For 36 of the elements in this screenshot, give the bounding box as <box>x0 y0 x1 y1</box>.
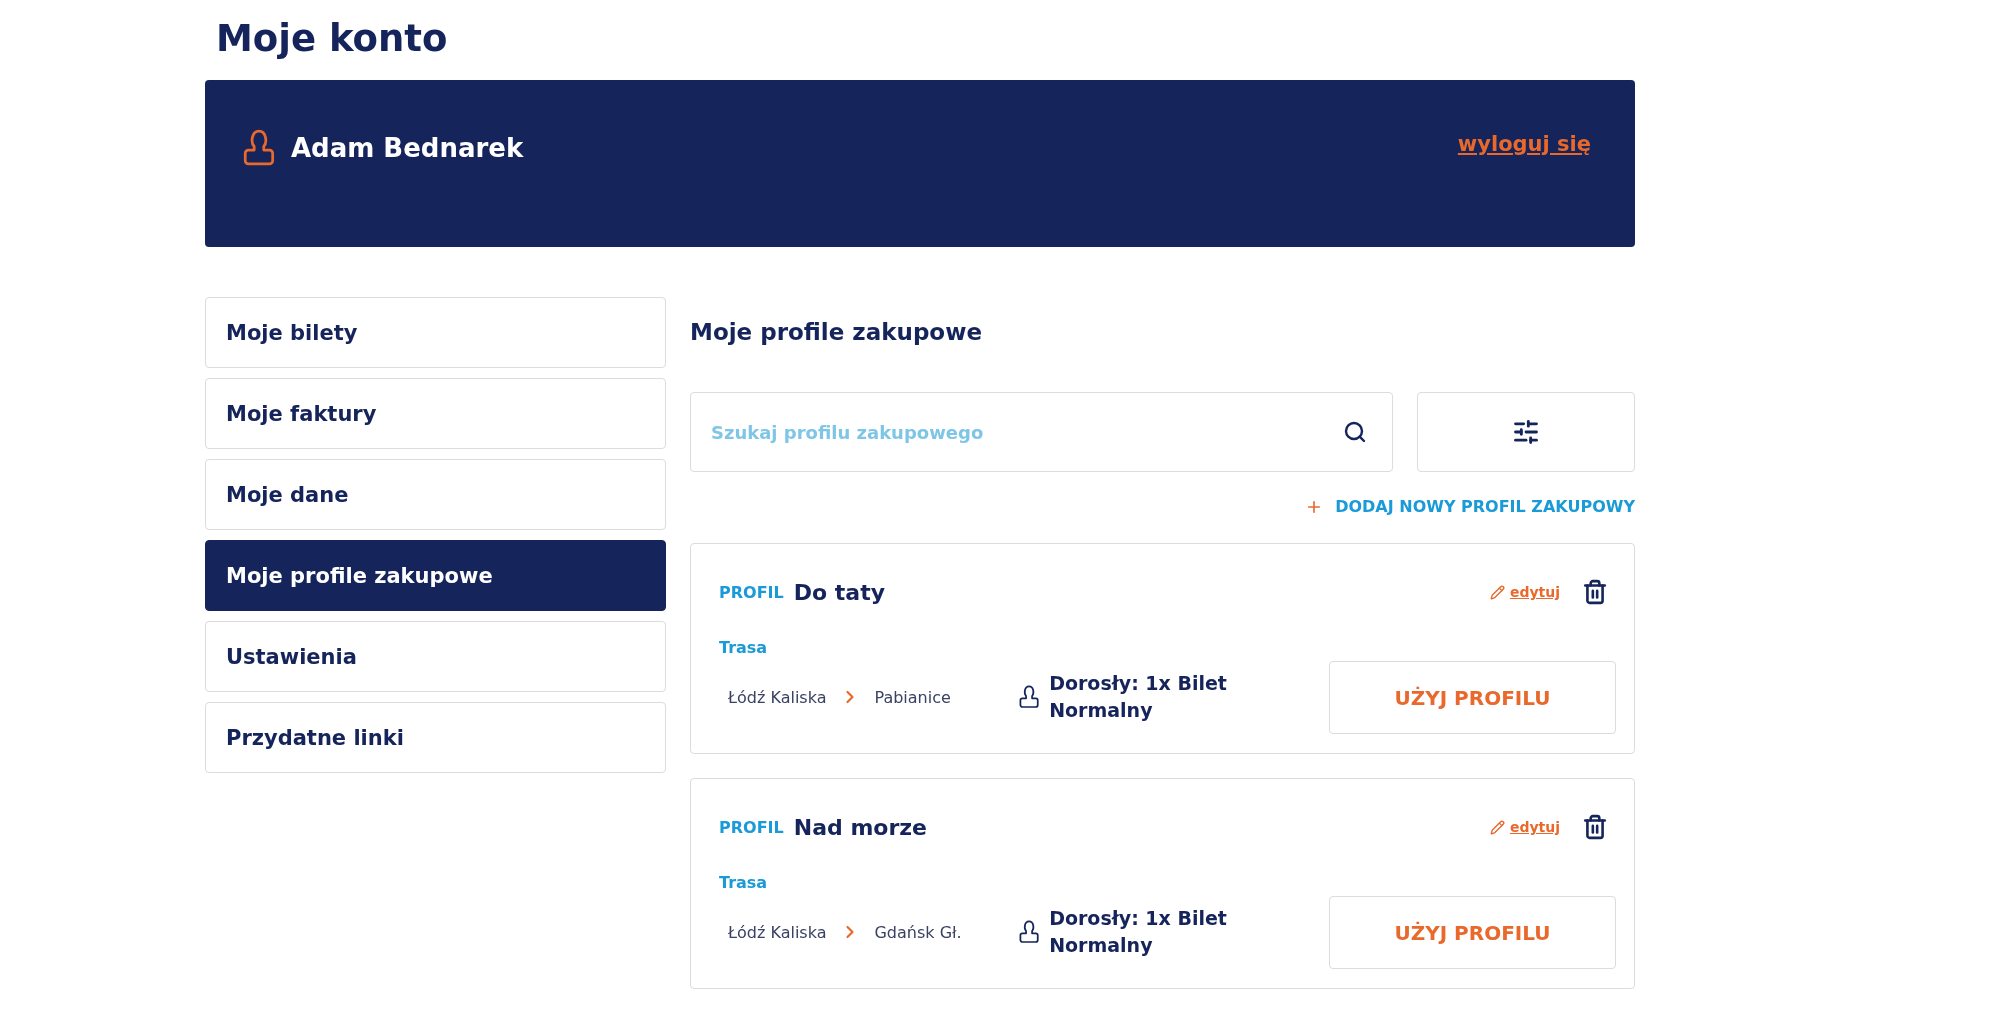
search-icon <box>1343 420 1367 444</box>
user-name: Adam Bednarek <box>290 133 524 163</box>
origin-station: Łódź Kaliska <box>728 687 827 707</box>
route-label: Trasa <box>719 873 768 893</box>
page-title: Moje konto <box>216 16 448 62</box>
delete-button[interactable] <box>1582 579 1608 605</box>
passenger-summary: Dorosły: 1x Bilet Normalny <box>1049 671 1228 723</box>
trash-icon <box>1582 579 1608 605</box>
profile-name: Do taty <box>793 579 885 605</box>
person-icon <box>1019 685 1040 709</box>
sidebar-item[interactable]: Moje profile zakupowe <box>205 540 666 611</box>
search-field[interactable]: Szukaj profilu zakupowego <box>690 392 1393 472</box>
profile-tag: PROFIL <box>719 582 784 602</box>
person-icon <box>1019 920 1040 944</box>
edit-label: edytuj <box>1509 819 1560 835</box>
profile-tag: PROFIL <box>719 817 784 837</box>
sliders-icon <box>1512 418 1540 446</box>
section-heading: Moje profile zakupowe <box>690 318 982 347</box>
sidebar-item[interactable]: Ustawienia <box>205 621 666 692</box>
edit-label: edytuj <box>1509 584 1560 600</box>
sidebar-item[interactable]: Moje bilety <box>205 297 666 368</box>
sidebar-item[interactable]: Moje dane <box>205 459 666 530</box>
profile-name: Nad morze <box>793 814 927 840</box>
logout-link[interactable]: wyloguj się <box>1457 128 1591 160</box>
pencil-icon <box>1489 584 1505 600</box>
passenger-summary: Dorosły: 1x Bilet Normalny <box>1049 906 1228 958</box>
sidebar-item[interactable]: Przydatne linki <box>205 702 666 773</box>
destination-station: Gdańsk Gł. <box>874 922 962 942</box>
route-label: Trasa <box>719 638 768 658</box>
origin-station: Łódź Kaliska <box>728 922 827 942</box>
user-icon <box>243 129 275 167</box>
trash-icon <box>1582 814 1608 840</box>
destination-station: Pabianice <box>874 687 951 707</box>
delete-button[interactable] <box>1582 814 1608 840</box>
sidebar-item[interactable]: Moje faktury <box>205 378 666 449</box>
pencil-icon <box>1489 819 1505 835</box>
